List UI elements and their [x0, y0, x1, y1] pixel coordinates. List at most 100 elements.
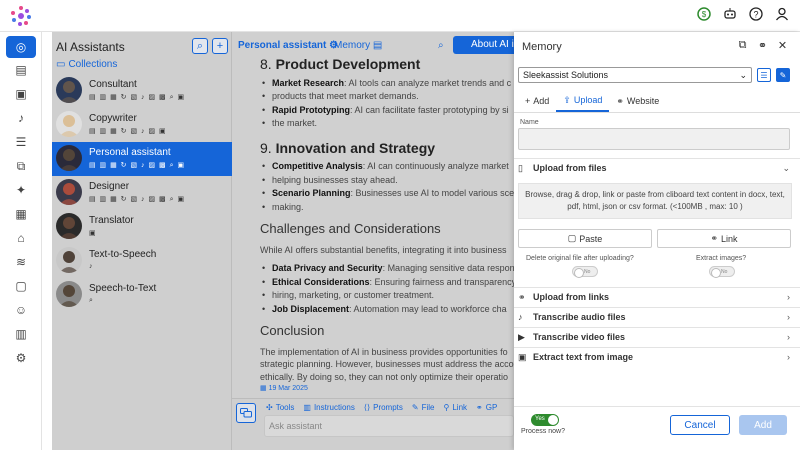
transcribe-audio-section[interactable]: ♪ Transcribe audio files › [518, 308, 792, 326]
drop-zone[interactable]: Browse, drag & drop, link or paste from … [518, 183, 792, 219]
memory-title: Memory [522, 41, 562, 53]
tab-personal-assistant[interactable]: Personal assistant ⚙ [238, 40, 338, 51]
list-item: hiring, marketing, or customer treatment… [260, 289, 514, 302]
list-icon: ☰ [760, 70, 768, 80]
users-icon[interactable]: ☺ [9, 300, 33, 320]
tab-website[interactable]: ⚭ Website [609, 90, 666, 112]
tool-icon: ✎ [411, 403, 419, 412]
assistant-tools: ▤ ▥ ▦ ↻ ▧ ♪ ▨ ▣ [89, 128, 167, 135]
upload-files-section[interactable]: ▯ Upload from files ⌄ [518, 159, 792, 177]
assistant-name: Personal assistant [89, 147, 171, 158]
composer-tool-file[interactable]: ✎ File [412, 403, 435, 412]
microphone-icon[interactable]: ♪ [9, 108, 33, 128]
tab-memory-label: Memory [334, 40, 371, 51]
link-icon: ⚭ [616, 95, 624, 106]
dollar-circle-icon[interactable]: $ [696, 6, 712, 22]
composer-tool-tools[interactable]: ✣ Tools [266, 403, 294, 412]
gear-icon[interactable]: ⚙ [9, 348, 33, 368]
composer-tool-instructions[interactable]: ▥ Instructions [303, 403, 354, 412]
list-view-button[interactable]: ☰ [757, 68, 771, 82]
list-item: Competitive Analysis: AI can continuousl… [260, 160, 514, 173]
chevron-right-icon: › [787, 292, 790, 302]
list-item[interactable]: Designer ▤ ▥ ▦ ↻ ▧ ♪ ▨ ▩ ⌕ ▣ [52, 176, 232, 210]
close-icon[interactable]: ✕ [777, 40, 788, 52]
paste-button[interactable]: ▢ Paste [518, 229, 652, 248]
assistants-panel: AI Assistants ⌕ + ▭ Collections Consulta… [52, 32, 232, 450]
composer-tool-gp[interactable]: ⚭ GP [476, 403, 497, 412]
sparkles-icon[interactable]: ✦ [9, 180, 33, 200]
search-icon[interactable]: ⌕ [438, 40, 444, 51]
tab-add[interactable]: + Add [518, 90, 556, 112]
delete-original-label: Delete original file after uploading? [526, 255, 634, 262]
assistant-tools: ♪ [89, 263, 94, 270]
chat-icon[interactable] [236, 403, 256, 423]
list-item: Market Research: AI tools can analyze ma… [260, 77, 514, 90]
layers-icon[interactable]: ≋ [9, 252, 33, 272]
app-logo[interactable] [10, 5, 32, 27]
help-icon[interactable]: ? [748, 6, 764, 22]
ask-assistant-input[interactable]: Ask assistant [264, 415, 514, 437]
about-ai-label: About AI in [471, 39, 514, 50]
extract-images-toggle[interactable]: No [709, 266, 735, 278]
memory-tabs: + Add ⇪ Upload ⚭ Website [518, 90, 666, 112]
edit-button[interactable]: ✎ [776, 68, 790, 82]
bank-icon[interactable]: ⌂ [9, 228, 33, 248]
cancel-button[interactable]: Cancel [670, 415, 730, 435]
composer-tool-link[interactable]: ⚲ Link [444, 403, 468, 412]
user-icon[interactable] [774, 6, 790, 22]
content-tabs: Personal assistant ⚙ Memory ▤ ⌕ About AI… [232, 32, 514, 56]
collections-link[interactable]: ▭ Collections [56, 59, 117, 70]
chat-content: Personal assistant ⚙ Memory ▤ ⌕ About AI… [232, 32, 514, 450]
images-icon[interactable]: ▣ [9, 84, 33, 104]
robot-icon[interactable] [722, 6, 738, 22]
search-assistants-button[interactable]: ⌕ [192, 38, 208, 54]
list-item[interactable]: Text-to-Speech ♪ [52, 244, 232, 278]
copy-icon[interactable]: ⧉ [737, 39, 748, 51]
tab-assistant-label: Personal assistant [238, 40, 327, 51]
name-input[interactable] [518, 128, 790, 150]
tool-icon: ⚲ [443, 403, 450, 412]
assistant-name: Text-to-Speech [89, 249, 157, 260]
composer-tool-prompts[interactable]: ⟨⟩ Prompts [364, 403, 403, 412]
list-item: Ethical Considerations: Ensuring fairnes… [260, 276, 514, 289]
add-assistant-button[interactable]: + [212, 38, 228, 54]
folder-icon: ▭ [56, 59, 66, 70]
server-icon[interactable]: ▥ [9, 324, 33, 344]
drop-text: Browse, drag & drop, link or paste from … [525, 190, 785, 199]
about-ai-button[interactable]: About AI in [453, 36, 514, 54]
database-icon[interactable]: ▤ [9, 60, 33, 80]
list-item[interactable]: Speech-to-Text ⌕ [52, 278, 232, 312]
chevron-right-icon: › [787, 332, 790, 342]
process-now-label: Process now? [521, 428, 565, 435]
chart-icon[interactable]: ▦ [9, 204, 33, 224]
avatar [56, 247, 82, 273]
copy-icon[interactable]: ⧉ [9, 156, 33, 176]
tool-icon: ▥ [303, 403, 311, 412]
list-item[interactable]: Copywriter ▤ ▥ ▦ ↻ ▧ ♪ ▨ ▣ [52, 108, 232, 142]
memory-select[interactable]: Sleekassist Solutions ⌄ [518, 67, 752, 83]
tab-memory[interactable]: Memory ▤ [334, 40, 382, 51]
chevron-right-icon: › [787, 352, 790, 362]
add-button[interactable]: Add [739, 415, 787, 435]
search-icon: ⌕ [196, 39, 204, 52]
top-bar: $ ? [0, 0, 800, 32]
assistant-name: Translator [89, 215, 134, 226]
list-item[interactable]: Consultant ▤ ▥ ▦ ↻ ▧ ♪ ▨ ▩ ⌕ ▣ [52, 74, 232, 108]
chat-icon[interactable]: ▢ [9, 276, 33, 296]
upload-links-section[interactable]: ⚭ Upload from links › [518, 288, 792, 306]
transcribe-video-section[interactable]: ▶ Transcribe video files › [518, 328, 792, 346]
delete-original-toggle[interactable]: No [572, 266, 598, 278]
extract-text-section[interactable]: ▣ Extract text from image › [518, 348, 792, 366]
list-item[interactable]: Translator ▣ [52, 210, 232, 244]
brain-icon[interactable]: ◎ [6, 36, 36, 58]
assistant-name: Consultant [89, 79, 137, 90]
image-icon: ▣ [518, 351, 527, 362]
checklist-icon[interactable]: ☰ [9, 132, 33, 152]
list-item: Data Privacy and Security: Managing sens… [260, 262, 514, 275]
chevron-down-icon: ⌄ [739, 70, 747, 80]
tab-upload[interactable]: ⇪ Upload [556, 90, 610, 112]
list-item[interactable]: Personal assistant ▤ ▥ ▦ ↻ ▧ ♪ ▨ ▩ ⌕ ▣ [52, 142, 232, 176]
link-icon[interactable]: ⚭ [757, 40, 768, 52]
process-now-toggle[interactable]: Yes [531, 414, 559, 426]
link-button[interactable]: ⚭ Link [657, 229, 791, 248]
